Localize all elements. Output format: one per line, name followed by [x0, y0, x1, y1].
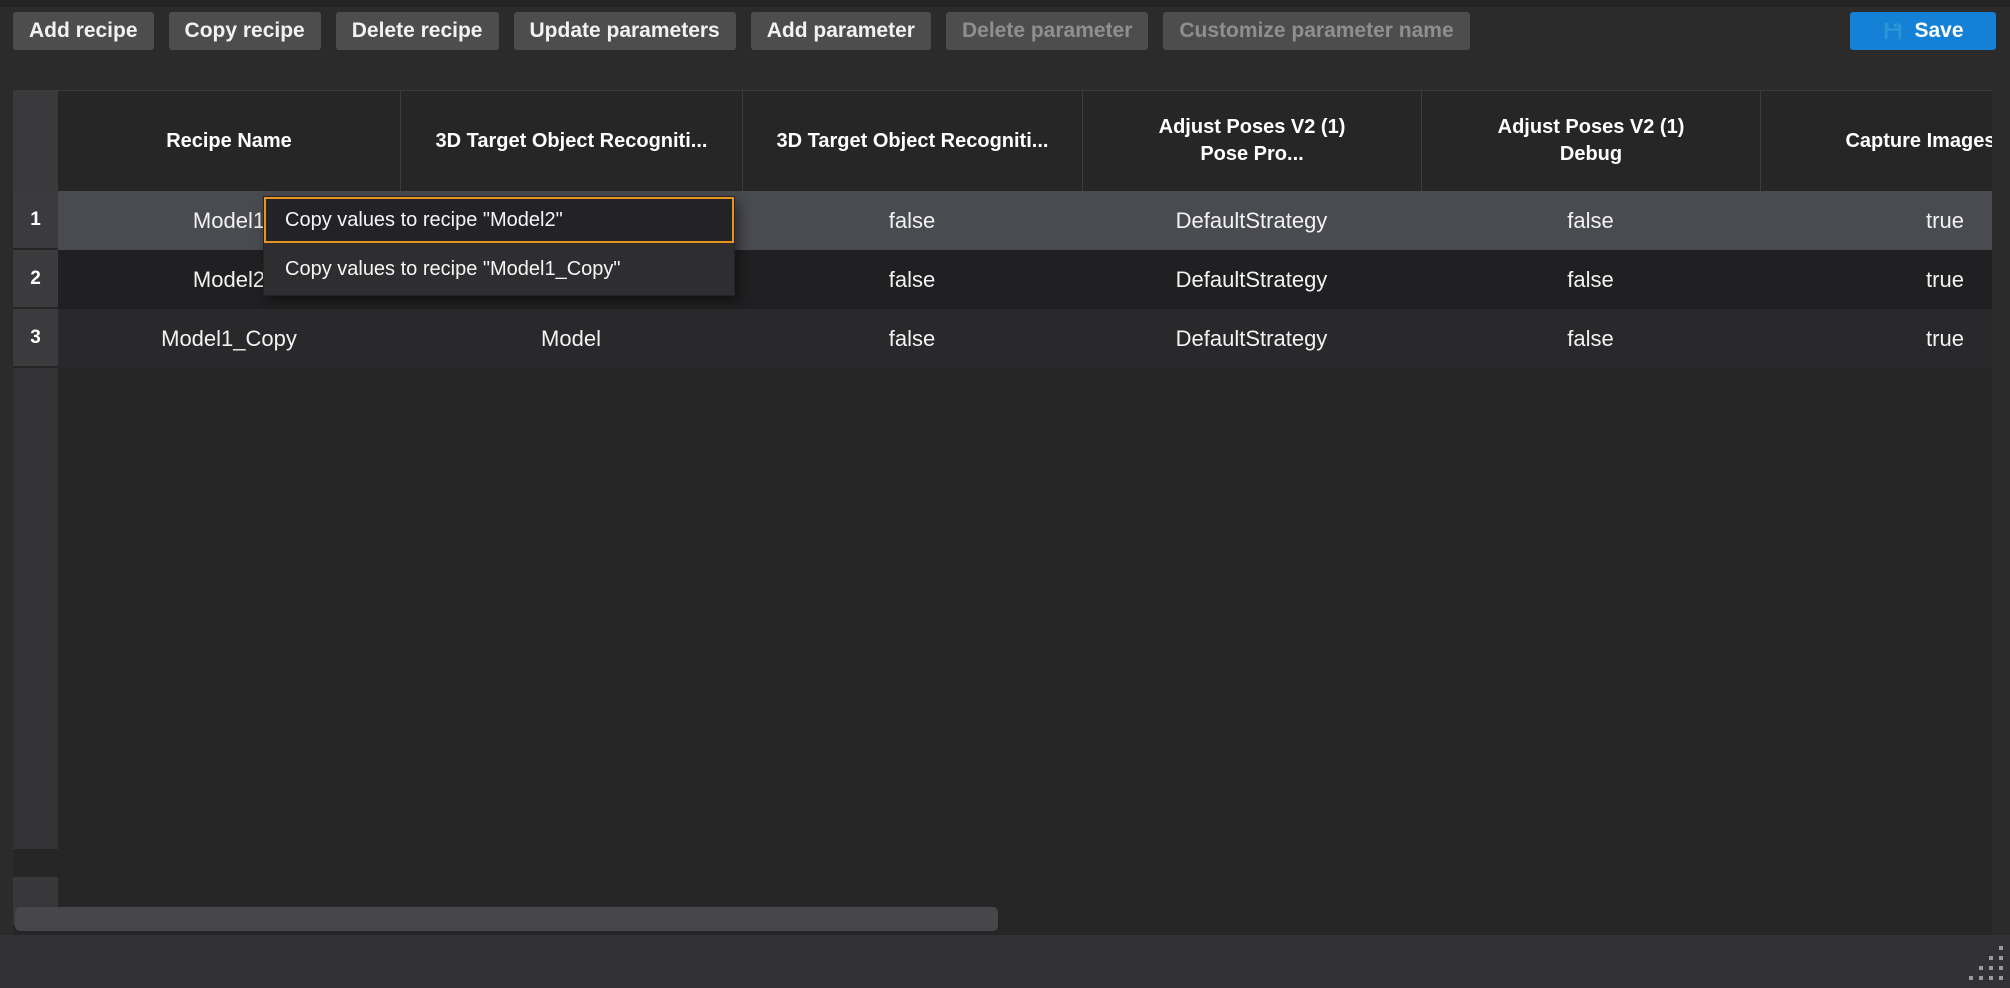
cell-r1-c2[interactable]: false [742, 191, 1082, 250]
column-header-5-capture-images-from[interactable]: Capture Images from [1760, 91, 1992, 191]
app-window: Add recipe Copy recipe Delete recipe Update… [0, 0, 2010, 988]
cell-r2-c2[interactable]: false [742, 250, 1082, 309]
cell-r3-c0[interactable]: Model1_Copy [58, 309, 400, 368]
cell-r3-c1[interactable]: Model [400, 309, 742, 368]
toolbar-button-add-parameter[interactable]: Add parameter [751, 12, 931, 50]
row-number-2[interactable]: 2 [13, 250, 58, 309]
column-header-2-3d-target-object-recogniti[interactable]: 3D Target Object Recogniti... [742, 91, 1082, 191]
column-header-4-adjust-poses-v2-1[interactable]: Adjust Poses V2 (1) Debug [1421, 91, 1760, 191]
cell-r1-c5[interactable]: true [1760, 191, 1992, 250]
cell-r1-c4[interactable]: false [1421, 191, 1760, 250]
horizontal-scrollbar-thumb[interactable] [15, 907, 998, 931]
toolbar-button-delete-recipe[interactable]: Delete recipe [336, 12, 499, 50]
context-menu-item-2[interactable]: Copy values to recipe "Model1_Copy" [264, 243, 734, 295]
bottom-panel [0, 935, 2010, 988]
context-menu: Copy values to recipe "Model2"Copy value… [263, 196, 735, 296]
cell-r3-c5[interactable]: true [1760, 309, 1992, 368]
row-cells: Model1_CopyModelfalseDefaultStrategyfals… [58, 309, 1992, 368]
toolbar-button-copy-recipe[interactable]: Copy recipe [169, 12, 321, 50]
toolbar-button-delete-parameter: Delete parameter [946, 12, 1148, 50]
column-header-3-adjust-poses-v2-1[interactable]: Adjust Poses V2 (1) Pose Pro... [1082, 91, 1421, 191]
window-top-edge [0, 0, 2010, 7]
save-label: Save [1914, 19, 1963, 43]
row-number-1[interactable]: 1 [13, 191, 58, 250]
cell-r3-c2[interactable]: false [742, 309, 1082, 368]
context-menu-item-1[interactable]: Copy values to recipe "Model2" [264, 197, 734, 243]
toolbar: Add recipe Copy recipe Delete recipe Update… [0, 0, 2010, 62]
table-row-3[interactable]: 3Model1_CopyModelfalseDefaultStrategyfal… [13, 309, 1992, 368]
floppy-disk-icon [1882, 20, 1904, 42]
toolbar-button-add-recipe[interactable]: Add recipe [13, 12, 154, 50]
table-header-row: Recipe Name3D Target Object Recogniti...… [58, 91, 1992, 191]
table-corner-cell[interactable] [13, 91, 58, 191]
cell-r2-c3[interactable]: DefaultStrategy [1082, 250, 1421, 309]
resize-grip-icon[interactable] [1966, 943, 2006, 983]
toolbar-button-group: Add recipe Copy recipe Delete recipe Update… [13, 12, 1470, 50]
cell-r3-c3[interactable]: DefaultStrategy [1082, 309, 1421, 368]
column-header-1-3d-target-object-recogniti[interactable]: 3D Target Object Recogniti... [400, 91, 742, 191]
toolbar-button-update-parameters[interactable]: Update parameters [514, 12, 736, 50]
save-button[interactable]: Save [1850, 12, 1996, 50]
column-header-0-recipe-name[interactable]: Recipe Name [58, 91, 400, 191]
cell-r2-c5[interactable]: true [1760, 250, 1992, 309]
cell-r2-c4[interactable]: false [1421, 250, 1760, 309]
cell-r1-c3[interactable]: DefaultStrategy [1082, 191, 1421, 250]
row-number-3[interactable]: 3 [13, 309, 58, 368]
cell-r3-c4[interactable]: false [1421, 309, 1760, 368]
toolbar-button-customize-parameter-name: Customize parameter name [1163, 12, 1469, 50]
